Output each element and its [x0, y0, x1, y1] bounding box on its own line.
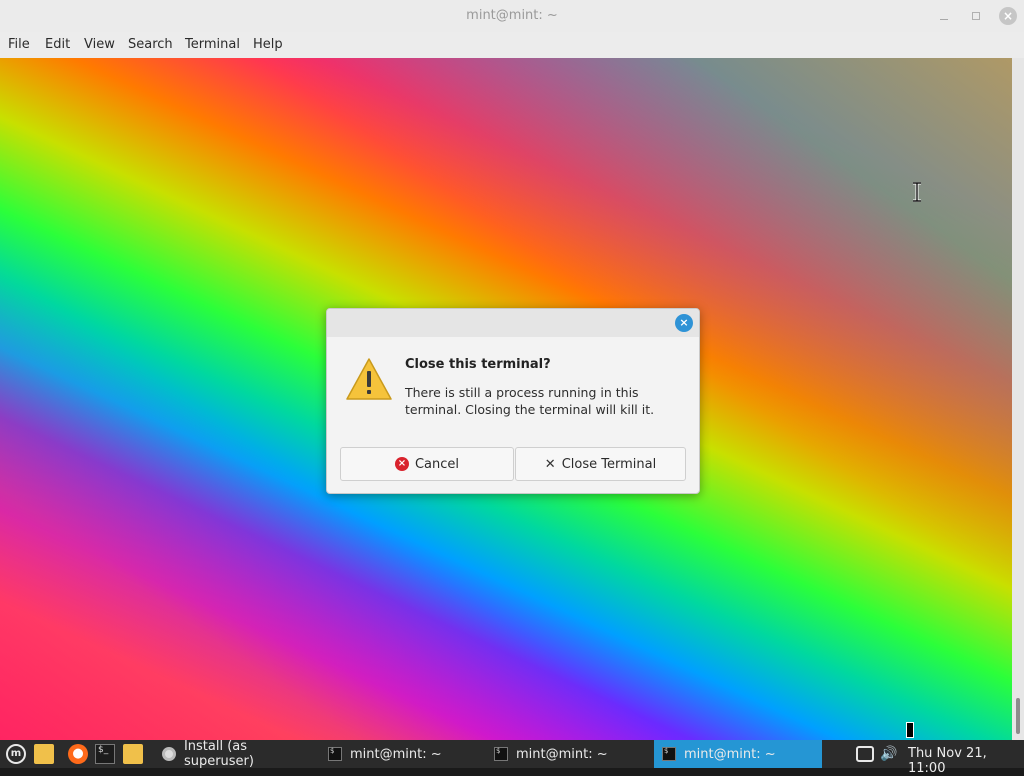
network-icon[interactable]: [856, 746, 874, 762]
close-icon: ×: [679, 316, 689, 329]
task-label: mint@mint: ~: [516, 746, 608, 762]
dialog-heading: Close this terminal?: [405, 357, 551, 372]
dialog-message: There is still a process running in this…: [405, 385, 655, 417]
minimize-icon: [940, 18, 948, 20]
terminal-icon: $: [328, 747, 342, 761]
minimize-button[interactable]: [934, 6, 954, 26]
close-terminal-dialog: × Close this terminal? There is still a …: [326, 308, 700, 494]
x-icon: ✕: [544, 456, 556, 472]
terminal-icon[interactable]: $_: [95, 744, 115, 764]
terminal-scrollbar[interactable]: [1012, 58, 1024, 740]
terminal-icon: $: [494, 747, 508, 761]
warning-icon: [346, 358, 392, 400]
task-label: mint@mint: ~: [350, 746, 442, 762]
terminal-icon: $: [662, 747, 676, 761]
folder-icon[interactable]: [34, 744, 54, 764]
menu-help[interactable]: Help: [253, 37, 283, 52]
cancel-label: Cancel: [414, 456, 460, 472]
close-terminal-button[interactable]: ✕ Close Terminal: [515, 447, 686, 481]
title-bar[interactable]: mint@mint: ~ ×: [0, 0, 1024, 32]
menu-edit[interactable]: Edit: [45, 37, 70, 52]
window-title: mint@mint: ~: [466, 8, 558, 23]
menu-view[interactable]: View: [84, 37, 115, 52]
cd-icon: [162, 747, 176, 761]
cancel-button[interactable]: × Cancel: [340, 447, 514, 481]
task-label: mint@mint: ~: [684, 746, 776, 762]
files-icon[interactable]: [123, 744, 143, 764]
task-terminal-2[interactable]: $ mint@mint: ~: [486, 740, 652, 768]
dialog-title-bar[interactable]: ×: [327, 309, 699, 337]
menu-bar: File Edit View Search Terminal Help: [0, 32, 1024, 58]
mint-menu-icon[interactable]: m: [6, 744, 26, 764]
taskbar: m ● $_ Install (as superuser) $ mint@min…: [0, 739, 1024, 776]
text-cursor-icon: [913, 182, 921, 202]
task-terminal-1[interactable]: $ mint@mint: ~: [320, 740, 486, 768]
close-button[interactable]: ×: [998, 6, 1018, 26]
terminal-cursor: [906, 722, 914, 738]
menu-terminal[interactable]: Terminal: [185, 37, 240, 52]
maximize-icon: [972, 12, 980, 20]
task-label: Install (as superuser): [183, 739, 254, 769]
close-terminal-label: Close Terminal: [561, 456, 657, 472]
close-icon: ×: [999, 7, 1017, 25]
cancel-icon: ×: [394, 457, 409, 471]
maximize-button[interactable]: [966, 6, 986, 26]
menu-file[interactable]: File: [8, 37, 30, 52]
task-terminal-3[interactable]: $ mint@mint: ~: [654, 740, 822, 768]
firefox-icon[interactable]: ●: [68, 744, 88, 764]
scrollbar-thumb[interactable]: [1016, 698, 1020, 734]
task-install[interactable]: Install (as superuser): [154, 739, 320, 769]
menu-search[interactable]: Search: [128, 37, 173, 52]
clock[interactable]: Thu Nov 21, 11:00: [908, 746, 1024, 776]
dialog-close-button[interactable]: ×: [675, 314, 693, 332]
volume-icon[interactable]: 🔊: [880, 746, 898, 762]
